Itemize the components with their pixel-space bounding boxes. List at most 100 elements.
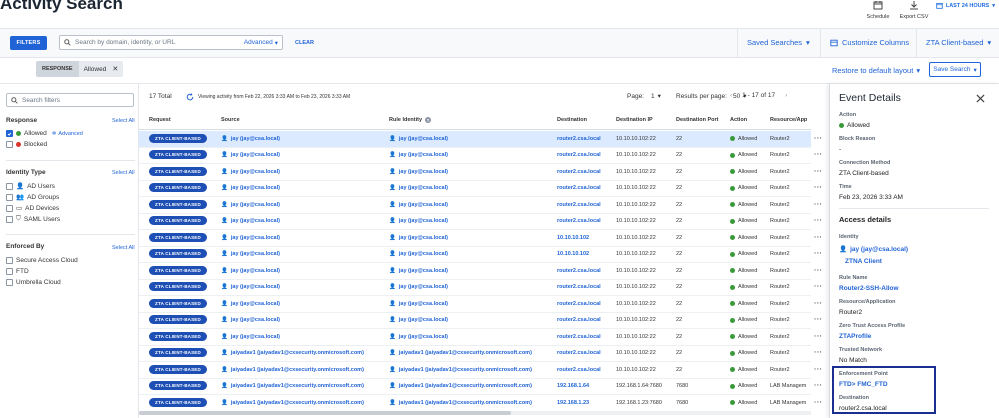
table-row[interactable]: ZTA CLIENT-BASED 👤 jay (jay@csa.local) 👤 j… bbox=[139, 247, 822, 263]
destination-value[interactable]: router2.csa.local bbox=[557, 284, 601, 290]
restore-default-layout-button[interactable]: Restore to default layout ▾ bbox=[832, 66, 920, 75]
search-input[interactable]: Search by domain, identity, or URL Advan… bbox=[59, 35, 283, 50]
rule-identity-cell[interactable]: 👤 jay (jay@csa.local) bbox=[389, 202, 448, 208]
more-actions-icon[interactable]: ··· bbox=[814, 135, 823, 142]
more-actions-icon[interactable]: ··· bbox=[814, 300, 823, 307]
destination-value[interactable]: 10.10.10.102 bbox=[557, 235, 589, 241]
identity-option-saml-users[interactable]: ⛉ SAML Users bbox=[6, 215, 60, 223]
time-range-select[interactable]: LAST 24 HOURS ▾ bbox=[936, 2, 995, 9]
close-icon[interactable]: ✕ bbox=[112, 65, 118, 73]
table-row[interactable]: ZTA CLIENT-BASED 👤 jay (jay@csa.local) 👤 j… bbox=[139, 181, 822, 197]
filters-button[interactable]: FILTERS bbox=[10, 36, 47, 50]
source-cell[interactable]: 👤 jay (jay@csa.local) bbox=[221, 301, 280, 307]
destination-value[interactable]: router2.csa.local bbox=[557, 169, 601, 175]
more-actions-icon[interactable]: ··· bbox=[814, 267, 823, 274]
identity-sub-link[interactable]: ZTNA Client bbox=[845, 258, 882, 265]
rule-identity-cell[interactable]: 👤 jay (jay@csa.local) bbox=[389, 235, 448, 241]
checkbox[interactable] bbox=[6, 268, 13, 275]
checkbox[interactable] bbox=[6, 193, 13, 201]
checkbox-checked[interactable] bbox=[6, 130, 13, 137]
table-row[interactable]: ZTA CLIENT-BASED 👤 jaiyadav1 (jaiyadav1@c… bbox=[139, 379, 822, 395]
table-row[interactable]: ZTA CLIENT-BASED 👤 jay (jay@csa.local) 👤 j… bbox=[139, 313, 822, 329]
table-row[interactable]: ZTA CLIENT-BASED 👤 jay (jay@csa.local) 👤 j… bbox=[139, 329, 822, 346]
destination-value[interactable]: router2.csa.local bbox=[557, 334, 601, 340]
rule-identity-cell[interactable]: 👤 jay (jay@csa.local) bbox=[389, 185, 448, 191]
more-actions-icon[interactable]: ··· bbox=[814, 333, 823, 340]
destination-value[interactable]: router2.csa.local bbox=[557, 268, 601, 274]
source-cell[interactable]: 👤 jay (jay@csa.local) bbox=[221, 136, 280, 142]
column-action[interactable]: Action bbox=[730, 117, 747, 123]
scrollbar-thumb[interactable] bbox=[139, 411, 511, 415]
table-row[interactable]: ZTA CLIENT-BASED 👤 jaiyadav1 (jaiyadav1@c… bbox=[139, 346, 822, 362]
column-destination[interactable]: Destination bbox=[557, 117, 587, 123]
rule-identity-cell[interactable]: 👤 jay (jay@csa.local) bbox=[389, 251, 448, 257]
identity-option-ad-users[interactable]: 👤 AD Users bbox=[6, 182, 55, 190]
rule-identity-cell[interactable]: 👤 jay (jay@csa.local) bbox=[389, 169, 448, 175]
more-actions-icon[interactable]: ··· bbox=[814, 218, 823, 225]
source-cell[interactable]: 👤 jay (jay@csa.local) bbox=[221, 251, 280, 257]
destination-value[interactable]: router2.csa.local bbox=[557, 350, 601, 356]
rule-identity-cell[interactable]: 👤 jay (jay@csa.local) bbox=[389, 152, 448, 158]
table-row[interactable]: ZTA CLIENT-BASED 👤 jay (jay@csa.local) 👤 j… bbox=[139, 296, 822, 313]
table-row[interactable]: ZTA CLIENT-BASED 👤 jay (jay@csa.local) 👤 j… bbox=[139, 230, 822, 247]
table-row[interactable]: ZTA CLIENT-BASED 👤 jaiyadav1 (jaiyadav1@c… bbox=[139, 395, 822, 412]
checkbox[interactable] bbox=[6, 215, 13, 223]
more-actions-icon[interactable]: ··· bbox=[814, 251, 823, 258]
refresh-icon[interactable] bbox=[186, 93, 194, 101]
page-select[interactable]: Page: 1 ▾ bbox=[627, 92, 661, 101]
destination-value[interactable]: router2.csa.local bbox=[557, 152, 601, 158]
horizontal-scrollbar[interactable] bbox=[139, 411, 811, 415]
rule-identity-cell[interactable]: 👤 jaiyadav1 (jaiyadav1@cxsecurity.onmicro… bbox=[389, 383, 532, 389]
destination-value[interactable]: router2.csa.local bbox=[557, 202, 601, 208]
source-cell[interactable]: 👤 jaiyadav1 (jaiyadav1@cxsecurity.onmicro… bbox=[221, 400, 364, 406]
close-icon[interactable] bbox=[976, 94, 985, 103]
table-row[interactable]: ZTA CLIENT-BASED 👤 jay (jay@csa.local) 👤 j… bbox=[139, 197, 822, 214]
destination-value[interactable]: router2.csa.local bbox=[557, 301, 601, 307]
table-row[interactable]: ZTA CLIENT-BASED 👤 jay (jay@csa.local) 👤 j… bbox=[139, 280, 822, 296]
column-resource-app[interactable]: Resource/App bbox=[770, 117, 810, 123]
source-cell[interactable]: 👤 jay (jay@csa.local) bbox=[221, 268, 280, 274]
destination-value[interactable]: router2.csa.local bbox=[557, 317, 601, 323]
ztap-link[interactable]: ZTAProfile bbox=[839, 333, 871, 340]
rule-identity-cell[interactable]: 👤 jay (jay@csa.local) bbox=[389, 317, 448, 323]
destination-value[interactable]: router2.csa.local bbox=[557, 367, 601, 373]
source-cell[interactable]: 👤 jay (jay@csa.local) bbox=[221, 334, 280, 340]
table-row[interactable]: ZTA CLIENT-BASED 👤 jaiyadav1 (jaiyadav1@c… bbox=[139, 362, 822, 379]
response-option-blocked[interactable]: Blocked bbox=[6, 141, 47, 148]
checkbox[interactable] bbox=[6, 279, 13, 286]
column-destination-port[interactable]: Destination Port bbox=[676, 117, 718, 123]
export-csv-button[interactable]: Export CSV bbox=[892, 0, 936, 20]
column-request[interactable]: Request bbox=[149, 117, 171, 123]
rule-identity-cell[interactable]: 👤 jaiyadav1 (jaiyadav1@cxsecurity.onmicro… bbox=[389, 400, 532, 406]
prev-page-icon[interactable]: ‹ bbox=[730, 92, 732, 99]
identity-option-ad-devices[interactable]: ▭ AD Devices bbox=[6, 204, 59, 212]
rule-identity-cell[interactable]: 👤 jay (jay@csa.local) bbox=[389, 301, 448, 307]
destination-value[interactable]: router2.csa.local bbox=[557, 218, 601, 224]
source-cell[interactable]: 👤 jay (jay@csa.local) bbox=[221, 284, 280, 290]
rule-identity-cell[interactable]: 👤 jaiyadav1 (jaiyadav1@cxsecurity.onmicro… bbox=[389, 367, 532, 373]
checkbox[interactable] bbox=[6, 257, 13, 264]
identity-link[interactable]: 👤 jay (jay@csa.local) bbox=[839, 245, 908, 254]
saved-searches-dropdown[interactable]: Saved Searches ▾ bbox=[747, 38, 810, 47]
more-actions-icon[interactable]: ··· bbox=[814, 366, 823, 373]
enforced-option-umbrella-cloud[interactable]: Umbrella Cloud bbox=[6, 279, 61, 286]
checkbox[interactable] bbox=[6, 204, 13, 212]
destination-value[interactable]: 192.168.1.64 bbox=[557, 383, 589, 389]
checkbox[interactable] bbox=[6, 182, 13, 190]
enforced-option-secure-access-cloud[interactable]: Secure Access Cloud bbox=[6, 257, 78, 264]
table-row[interactable]: ZTA CLIENT-BASED 👤 jay (jay@csa.local) 👤 j… bbox=[139, 263, 822, 280]
rule-identity-cell[interactable]: 👤 jay (jay@csa.local) bbox=[389, 284, 448, 290]
rule-identity-cell[interactable]: 👤 jaiyadav1 (jaiyadav1@cxsecurity.onmicro… bbox=[389, 350, 532, 356]
source-cell[interactable]: 👤 jay (jay@csa.local) bbox=[221, 202, 280, 208]
source-cell[interactable]: 👤 jay (jay@csa.local) bbox=[221, 317, 280, 323]
destination-value[interactable]: 192.168.1.23 bbox=[557, 400, 589, 406]
source-cell[interactable]: 👤 jaiyadav1 (jaiyadav1@cxsecurity.onmicro… bbox=[221, 367, 364, 373]
rule-identity-cell[interactable]: 👤 jay (jay@csa.local) bbox=[389, 218, 448, 224]
rule-identity-cell[interactable]: 👤 jay (jay@csa.local) bbox=[389, 136, 448, 142]
more-actions-icon[interactable]: ··· bbox=[814, 201, 823, 208]
destination-value[interactable]: router2.csa.local bbox=[557, 136, 601, 142]
enforced-by-select-all[interactable]: Select All bbox=[112, 245, 135, 251]
table-row[interactable]: ZTA CLIENT-BASED 👤 jay (jay@csa.local) 👤 j… bbox=[139, 214, 822, 230]
table-row[interactable]: ZTA CLIENT-BASED 👤 jay (jay@csa.local) 👤 j… bbox=[139, 131, 822, 148]
source-cell[interactable]: 👤 jay (jay@csa.local) bbox=[221, 185, 280, 191]
